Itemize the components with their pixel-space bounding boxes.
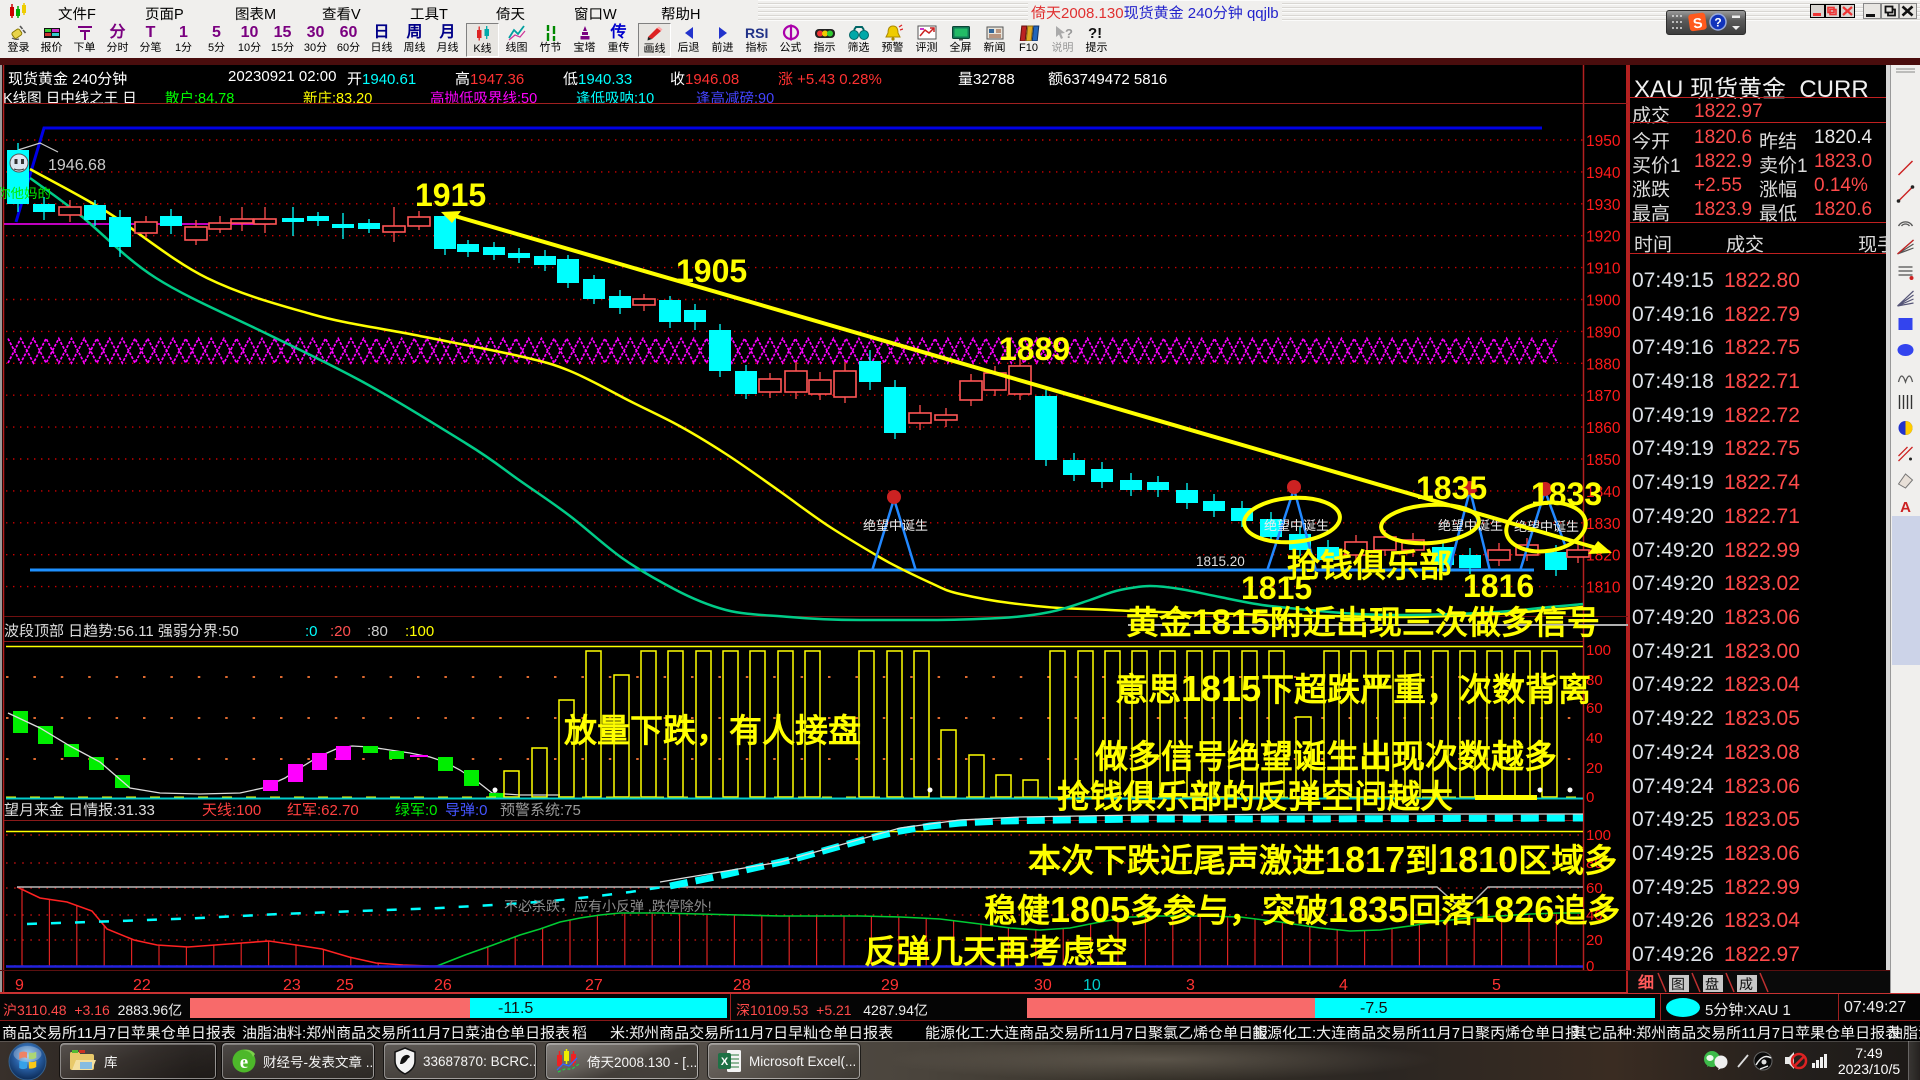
svg-text:天线:100: 天线:100 [202,802,261,819]
svg-text:成: 成 [1739,976,1753,992]
svg-text:不必杀跌，应有小反弹 ,跌停除外!: 不必杀跌，应有小反弹 ,跌停除外! [504,898,712,914]
svg-text:20: 20 [1586,932,1603,949]
svg-text:1930: 1930 [1586,197,1621,214]
svg-text:25: 25 [336,977,354,994]
svg-text:意思1815下超跌严重，次数背离: 意思1815下超跌严重，次数背离 [1115,668,1591,709]
svg-text:?: ? [1714,16,1721,30]
svg-text:绝望中诞生: 绝望中诞生 [1264,518,1329,533]
svg-text::0: :0 [305,623,318,640]
svg-text:29: 29 [881,977,899,994]
svg-text:RSI: RSI [745,25,768,40]
svg-text::20: :20 [330,623,351,640]
svg-text:?!: ?! [1088,25,1102,41]
svg-text:A: A [1900,499,1911,516]
svg-text:1940: 1940 [1586,165,1621,182]
svg-text:绝望中诞生: 绝望中诞生 [863,518,928,533]
svg-text:9: 9 [15,977,24,994]
svg-text:1900: 1900 [1586,293,1621,310]
svg-text:1830: 1830 [1586,516,1621,533]
svg-text:28: 28 [733,977,751,994]
svg-text::80: :80 [367,623,388,640]
svg-text:你他妈的: 你他妈的 [0,186,51,201]
svg-text:1816: 1816 [1463,568,1534,604]
svg-text:预警系统:75: 预警系统:75 [500,802,581,819]
svg-text:27: 27 [585,977,603,994]
svg-text:稳健1805多参与，突破1835回落1826追多: 稳健1805多参与，突破1835回落1826追多 [984,889,1620,930]
svg-text:1950: 1950 [1586,133,1621,150]
svg-text:e: e [240,1052,248,1073]
svg-text:本次下跌近尾声激进1817到1810区域多: 本次下跌近尾声激进1817到1810区域多 [1028,839,1617,880]
svg-text:绿军:0: 绿军:0 [395,802,438,819]
svg-text:100: 100 [1586,642,1611,659]
svg-text:1905: 1905 [676,253,747,289]
svg-text:?: ? [1065,26,1073,41]
svg-text:抢钱俱乐部的反弹空间越大: 抢钱俱乐部的反弹空间越大 [1057,778,1453,815]
svg-text:放量下跌，有人接盘: 放量下跌，有人接盘 [564,712,861,749]
svg-text:1880: 1880 [1586,356,1621,373]
svg-text:导弹:0: 导弹:0 [445,802,488,819]
svg-text:1850: 1850 [1586,452,1621,469]
svg-text:反弹几天再考虑空: 反弹几天再考虑空 [864,933,1128,970]
svg-text::100: :100 [405,623,434,640]
svg-text:1860: 1860 [1586,420,1621,437]
svg-text:1946.68: 1946.68 [48,157,106,174]
svg-text:黄金1815附近出现三次做多信号: 黄金1815附近出现三次做多信号 [1126,603,1600,642]
svg-text:盘: 盘 [1705,976,1719,992]
svg-text:1833: 1833 [1531,476,1602,512]
svg-text:20: 20 [1586,760,1603,777]
svg-text:26: 26 [434,977,452,994]
svg-text:3: 3 [1186,977,1195,994]
svg-text:30: 30 [1034,977,1052,994]
svg-text:做多信号绝望诞生出现次数越多: 做多信号绝望诞生出现次数越多 [1094,738,1557,775]
svg-text:望月来金 日情报:31.33: 望月来金 日情报:31.33 [4,802,155,819]
svg-text:4: 4 [1339,977,1348,994]
svg-text:22: 22 [133,977,151,994]
svg-text:23: 23 [283,977,301,994]
svg-text:10: 10 [1083,977,1101,994]
svg-text:1889: 1889 [999,331,1070,367]
svg-text:0: 0 [1586,789,1594,806]
svg-text:1810: 1810 [1586,580,1621,597]
svg-text:1815.20: 1815.20 [1196,554,1245,569]
svg-text:图: 图 [1671,976,1685,992]
svg-text:1915: 1915 [415,177,486,213]
svg-text:40: 40 [1586,730,1603,747]
svg-text:1910: 1910 [1586,261,1621,278]
svg-text:红军:62.70: 红军:62.70 [287,802,359,819]
svg-text:1890: 1890 [1586,324,1621,341]
svg-text:X: X [721,1056,729,1068]
svg-text:0: 0 [1586,958,1594,975]
svg-text:5: 5 [1492,977,1501,994]
svg-text:抢钱俱乐部: 抢钱俱乐部 [1287,547,1452,584]
svg-text:细: 细 [1638,974,1654,992]
svg-text:1835: 1835 [1416,470,1487,506]
svg-text:波段顶部 日趋势:56.11 强弱分界:50: 波段顶部 日趋势:56.11 强弱分界:50 [4,623,239,640]
svg-text:1920: 1920 [1586,229,1621,246]
svg-text:1870: 1870 [1586,388,1621,405]
